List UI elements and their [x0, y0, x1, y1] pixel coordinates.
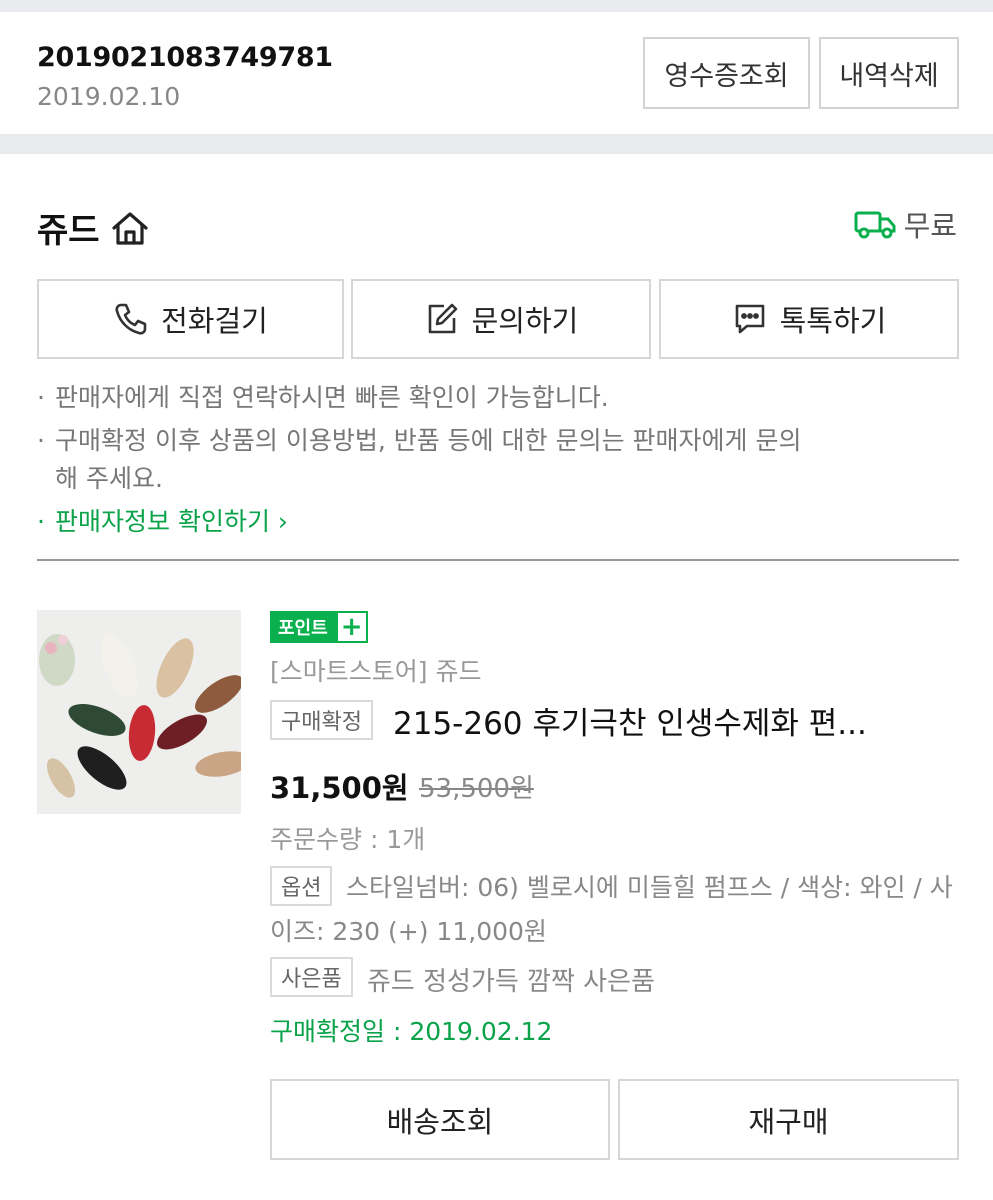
- product-image[interactable]: [37, 610, 241, 814]
- receipt-button[interactable]: 영수증조회: [643, 37, 810, 109]
- chat-icon: [735, 304, 764, 334]
- point-badge: 포인트 +: [270, 611, 368, 643]
- order-header: 2019021083749781 2019.02.10 영수증조회 내역삭제: [0, 12, 993, 134]
- original-price: 53,500원: [419, 774, 534, 804]
- point-badge-label: 포인트: [270, 611, 336, 643]
- seller-info-link[interactable]: · 판매자정보 확인하기 ›: [37, 503, 288, 541]
- seller-store-link[interactable]: 쥬드: [37, 203, 150, 252]
- gift-text: 쥬드 정성가득 깜짝 사은품: [367, 967, 655, 997]
- call-button[interactable]: 전화걸기: [37, 279, 344, 359]
- track-delivery-button[interactable]: 배송조회: [270, 1079, 610, 1160]
- product-title[interactable]: 215-260 후기극찬 인생수제화 편...: [393, 698, 953, 743]
- top-band: [0, 0, 993, 12]
- inquiry-button[interactable]: 문의하기: [351, 279, 651, 359]
- home-icon: [111, 211, 148, 245]
- shoes-photo: [37, 610, 241, 814]
- talktalk-button[interactable]: 톡톡하기: [659, 279, 959, 359]
- gift-tag: 사은품: [270, 957, 353, 997]
- call-label: 전화걸기: [161, 306, 268, 338]
- order-quantity: 주문수량 : 1개: [270, 825, 426, 854]
- notice-line: · 판매자에게 직접 연락하시면 빠른 확인이 가능합니다.: [37, 383, 609, 412]
- plus-icon: +: [335, 611, 368, 643]
- delete-history-button[interactable]: 내역삭제: [819, 37, 959, 109]
- shipping-info: 무료: [854, 203, 957, 245]
- option-text: 스타일넘버: 06) 벨로시에 미들힐 펌프스 / 색상: 와인 / 사이즈: …: [270, 873, 953, 946]
- truck-icon: [854, 211, 896, 239]
- inquiry-label: 문의하기: [471, 306, 579, 338]
- shipping-fee-label: 무료: [903, 209, 957, 243]
- rebuy-button[interactable]: 재구매: [618, 1079, 959, 1160]
- seller-name: 쥬드: [37, 211, 100, 251]
- divider: [37, 559, 959, 561]
- confirm-date: 구매확정일 : 2019.02.12: [270, 1017, 553, 1046]
- talktalk-label: 톡톡하기: [779, 306, 887, 338]
- sale-price: 31,500원: [270, 771, 409, 805]
- purchase-confirmed-tag: 구매확정: [270, 700, 373, 740]
- phone-icon: [115, 303, 147, 335]
- option-tag: 옵션: [270, 866, 333, 906]
- edit-icon: [428, 303, 457, 334]
- order-date: 2019.02.10: [37, 82, 181, 111]
- order-number: 2019021083749781: [37, 42, 333, 73]
- notice-line: · 구매확정 이후 상품의 이용방법, 반품 등에 대한 문의는 판매자에게 문의…: [37, 426, 802, 493]
- section-separator: [0, 134, 993, 154]
- store-name: [스마트스토어] 쥬드: [270, 657, 482, 686]
